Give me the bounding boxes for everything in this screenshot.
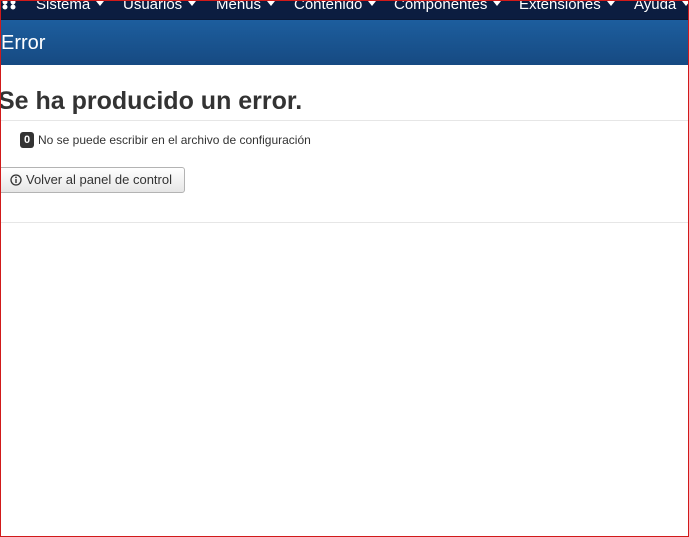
back-to-control-panel-button[interactable]: Volver al panel de control [1, 167, 185, 193]
nav-menu-label: Extensiones [519, 0, 601, 13]
caret-down-icon [188, 1, 197, 6]
nav-menu-label: Sistema [36, 0, 91, 13]
info-circle-icon [10, 170, 22, 186]
caret-down-icon [267, 1, 276, 6]
error-heading: Se ha producido un error. [0, 87, 303, 115]
page-header-title: Error [1, 32, 46, 54]
divider [1, 120, 688, 121]
nav-menu-usuarios[interactable]: Usuarios [123, 0, 197, 15]
divider [1, 222, 688, 223]
error-code-badge: 0 [20, 131, 34, 148]
nav-menu-label: Menús [216, 0, 262, 13]
nav-menu-label: Ayuda [634, 0, 677, 13]
nav-menu-contenido[interactable]: Contenido [294, 0, 377, 15]
nav-menu-sistema[interactable]: Sistema [36, 0, 105, 15]
caret-down-icon [96, 1, 105, 6]
error-message-text: No se puede escribir en el archivo de co… [38, 132, 311, 147]
top-navbar: Sistema Usuarios Menús Contenido Compone… [1, 1, 688, 20]
caret-down-icon [493, 1, 502, 6]
caret-down-icon [606, 1, 615, 6]
nav-menu-extensiones[interactable]: Extensiones [519, 0, 615, 15]
nav-menu-componentes[interactable]: Componentes [394, 0, 502, 15]
nav-menu-menus[interactable]: Menús [216, 0, 276, 15]
page-header-bar: Error [1, 20, 688, 65]
nav-menu-ayuda[interactable]: Ayuda [634, 0, 688, 15]
error-message-row: 0 No se puede escribir en el archivo de c… [20, 131, 311, 149]
caret-down-icon [368, 1, 377, 6]
app-window: Sistema Usuarios Menús Contenido Compone… [0, 0, 689, 537]
nav-menu-label: Usuarios [123, 0, 183, 13]
back-button-label: Volver al panel de control [26, 172, 172, 187]
nav-menu-label: Contenido [294, 0, 363, 13]
nav-menu-label: Componentes [394, 0, 488, 13]
joomla-logo-icon[interactable] [1, 1, 19, 12]
caret-down-icon [682, 1, 688, 6]
